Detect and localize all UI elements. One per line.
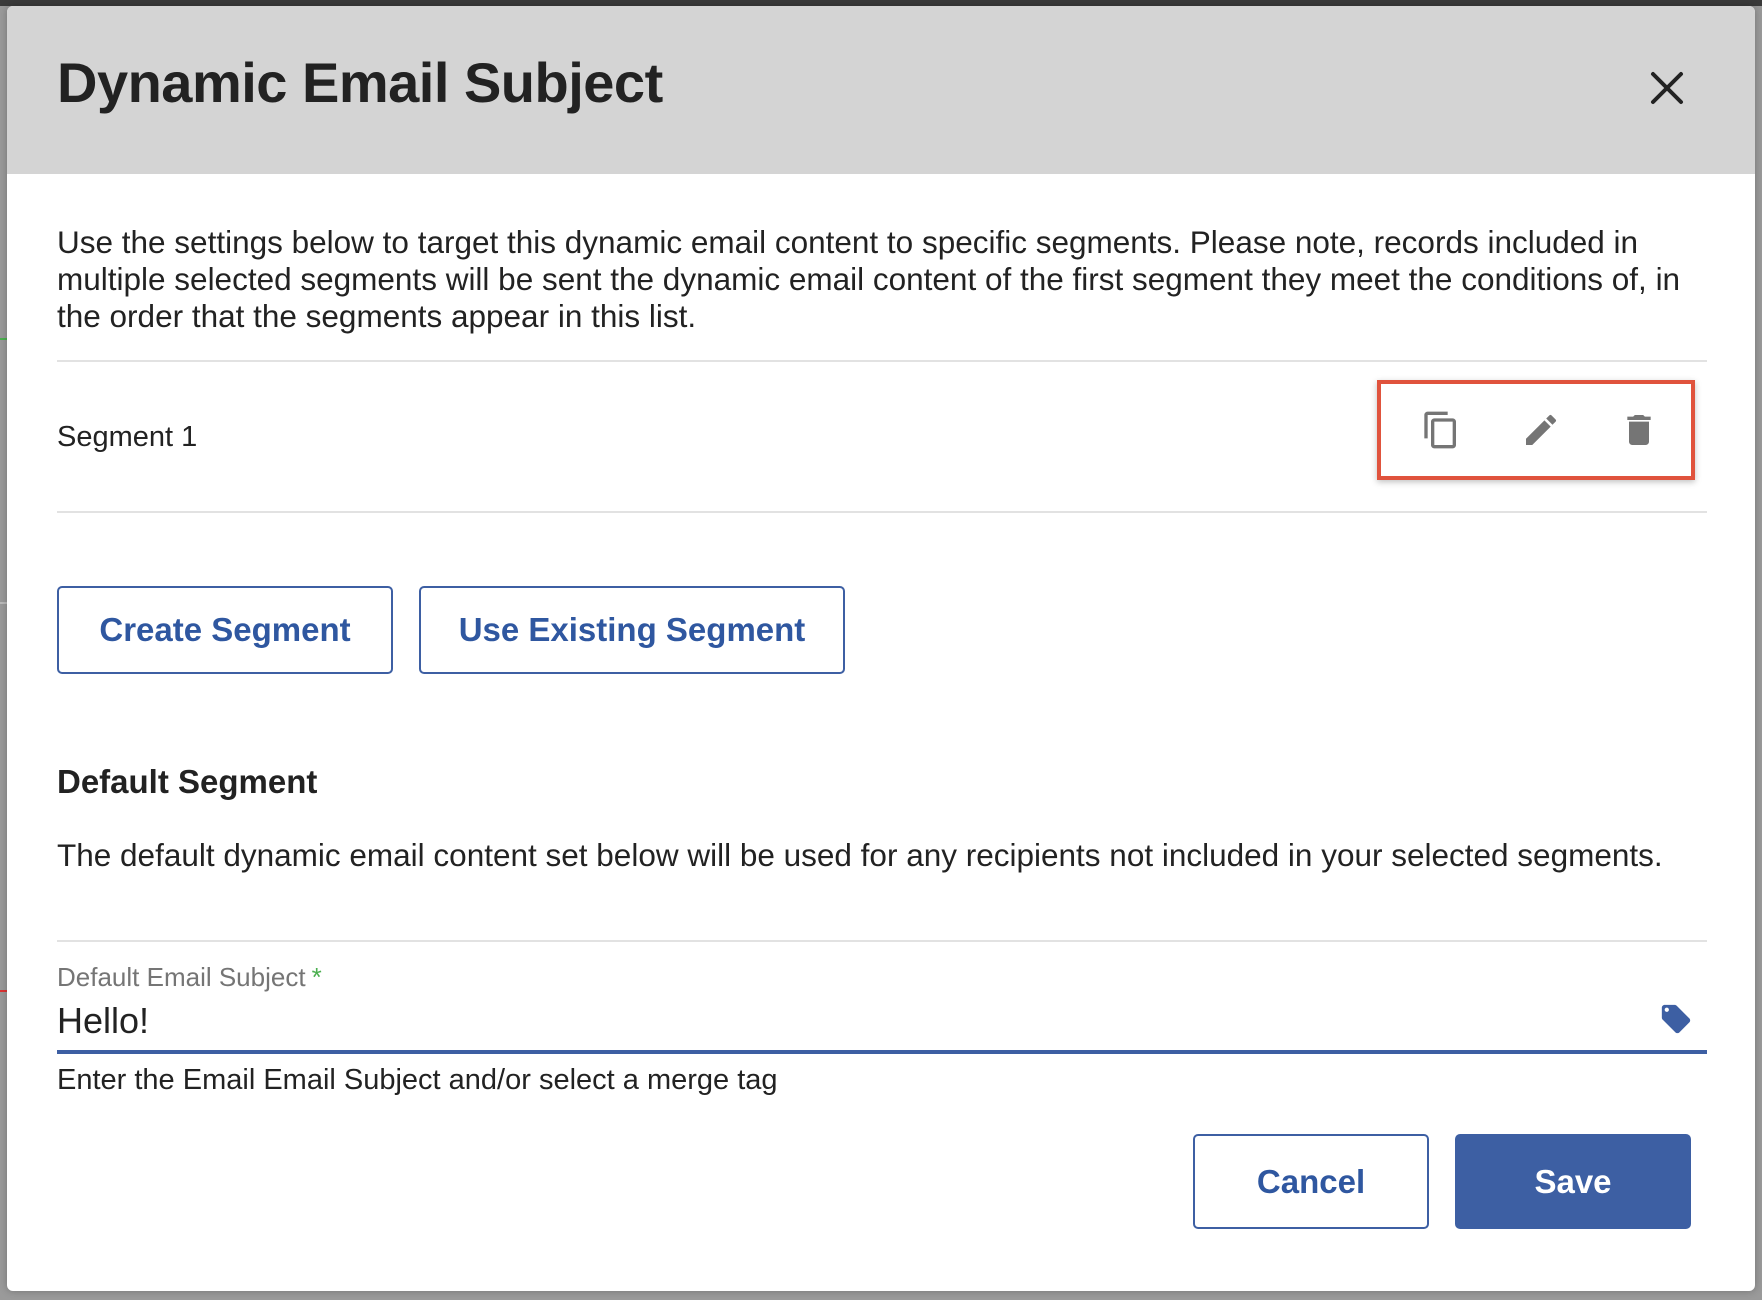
dialog-title: Dynamic Email Subject: [57, 51, 663, 114]
field-helper-text: Enter the Email Email Subject and/or sel…: [57, 1064, 778, 1096]
close-icon: [1651, 72, 1683, 104]
close-button[interactable]: [1647, 68, 1687, 108]
dialog-description: Use the settings below to target this dy…: [57, 224, 1681, 334]
field-label-text: Default Email Subject: [57, 962, 306, 992]
dynamic-email-subject-dialog: Dynamic Email Subject Use the settings b…: [7, 6, 1755, 1291]
default-segment-heading: Default Segment: [57, 763, 318, 800]
required-marker: *: [311, 962, 322, 992]
default-segment-description: The default dynamic email content set be…: [57, 837, 1663, 873]
use-existing-segment-button[interactable]: Use Existing Segment: [419, 586, 845, 674]
tag-icon: [1661, 1004, 1691, 1034]
dialog-header: Dynamic Email Subject: [7, 6, 1755, 174]
backdrop-accent-line: [0, 338, 7, 340]
divider: [57, 511, 1707, 513]
delete-icon: [1627, 415, 1651, 445]
cancel-button[interactable]: Cancel: [1193, 1134, 1429, 1229]
backdrop-accent-line-red: [0, 990, 7, 992]
backdrop-divider: [0, 602, 7, 604]
create-segment-button[interactable]: Create Segment: [57, 586, 393, 674]
divider: [57, 360, 1707, 362]
delete-segment-button[interactable]: [1619, 410, 1659, 450]
edit-icon: [1526, 414, 1557, 445]
segment-name: Segment 1: [57, 421, 198, 453]
segment-actions: [1377, 380, 1695, 480]
default-email-subject-input[interactable]: [57, 996, 1637, 1046]
copy-icon: [1424, 411, 1456, 449]
input-underline: [57, 1050, 1707, 1054]
duplicate-segment-button[interactable]: [1421, 410, 1461, 450]
divider: [57, 940, 1707, 942]
save-button[interactable]: Save: [1455, 1134, 1691, 1229]
default-email-subject-label: Default Email Subject *: [57, 962, 322, 993]
merge-tag-button[interactable]: [1659, 1002, 1693, 1036]
edit-segment-button[interactable]: [1521, 410, 1561, 450]
